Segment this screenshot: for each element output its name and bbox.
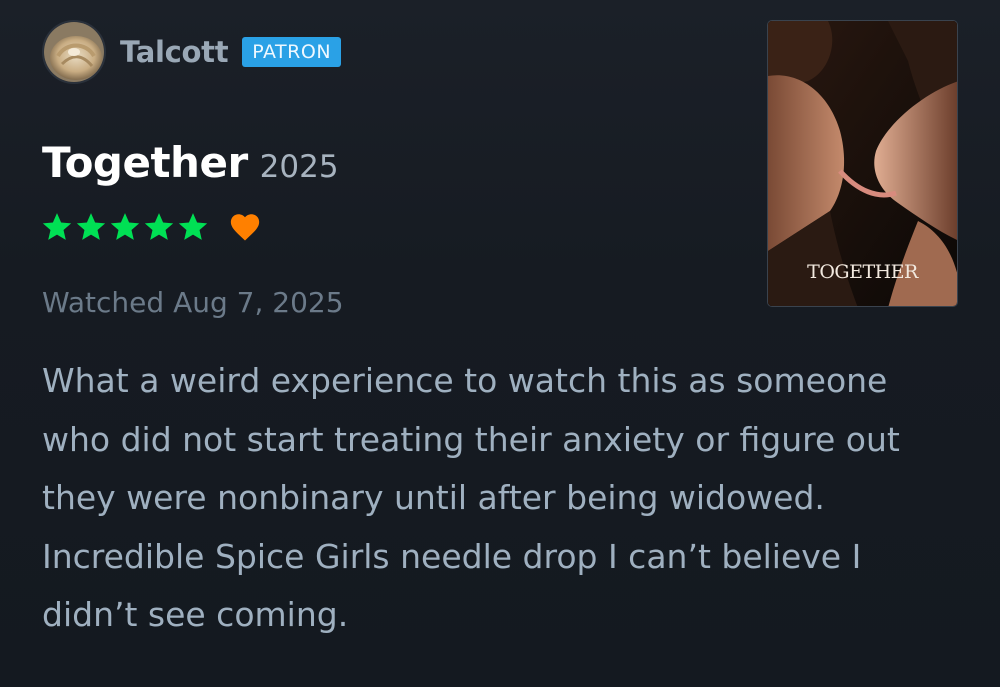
watched-date: Watched Aug 7, 2025 [42, 286, 344, 319]
patron-badge: PATRON [242, 37, 342, 67]
username[interactable]: Talcott [120, 35, 229, 69]
film-title[interactable]: Together [42, 138, 248, 187]
heart-icon [230, 214, 260, 241]
star-icon [178, 213, 208, 240]
review-card: Talcott PATRON Together 2025 Watched Aug… [0, 0, 1000, 687]
star-icon [144, 213, 174, 240]
poster-title: TOGETHER [807, 261, 918, 283]
film-year[interactable]: 2025 [260, 149, 339, 185]
star-icon [76, 213, 106, 240]
star-icon [42, 213, 72, 240]
review-text: What a weird experience to watch this as… [42, 361, 900, 634]
avatar[interactable] [42, 20, 106, 84]
rating [40, 210, 262, 244]
reviewer-row: Talcott PATRON [42, 20, 342, 84]
film-poster[interactable]: TOGETHER [767, 20, 958, 307]
film-heading: Together 2025 [42, 138, 339, 187]
star-icon [110, 213, 140, 240]
